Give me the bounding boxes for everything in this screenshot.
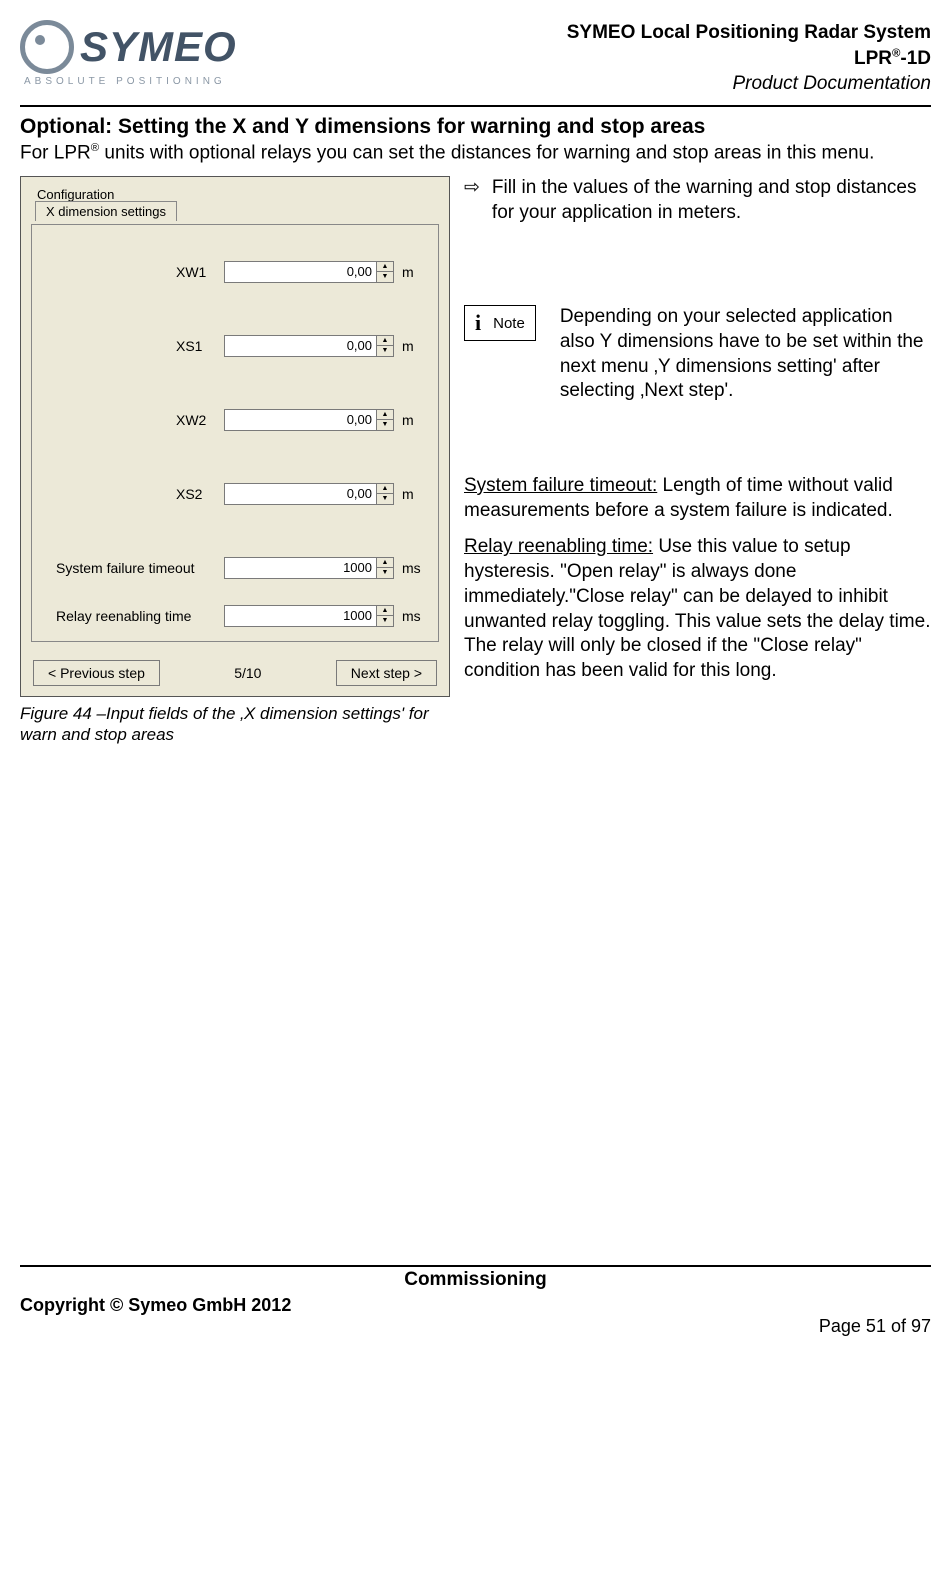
section-intro: For LPR® units with optional relays you … bbox=[20, 141, 931, 166]
note-label: Note bbox=[493, 315, 525, 332]
input-xw1[interactable]: ▲▼ bbox=[224, 261, 394, 283]
note-box: i Note bbox=[464, 305, 536, 341]
input-sft[interactable]: ▲▼ bbox=[224, 557, 394, 579]
note-body: Depending on your selected application a… bbox=[560, 305, 931, 404]
previous-step-button[interactable]: < Previous step bbox=[33, 660, 160, 686]
arrow-icon: ⇨ bbox=[464, 176, 480, 225]
input-rrt[interactable]: ▲▼ bbox=[224, 605, 394, 627]
spin-up-icon[interactable]: ▲ bbox=[377, 336, 393, 346]
unit-xw2: m bbox=[402, 412, 426, 428]
doc-title-line1: SYMEO Local Positioning Radar System bbox=[567, 20, 931, 46]
next-step-button[interactable]: Next step > bbox=[336, 660, 437, 686]
input-xw2[interactable]: ▲▼ bbox=[224, 409, 394, 431]
doc-title-line2: LPR®-1D bbox=[567, 46, 931, 72]
footer-copyright: Copyright © Symeo GmbH 2012 bbox=[20, 1295, 291, 1316]
figure-caption: Figure 44 –Input fields of the ‚X dimens… bbox=[20, 703, 450, 746]
doc-title-line3: Product Documentation bbox=[567, 71, 931, 97]
label-xw1: XW1 bbox=[176, 264, 216, 280]
input-xs2[interactable]: ▲▼ bbox=[224, 483, 394, 505]
label-sft: System failure timeout bbox=[56, 560, 216, 576]
logo-subtitle: ABSOLUTE POSITIONING bbox=[24, 76, 226, 87]
spin-down-icon[interactable]: ▼ bbox=[377, 420, 393, 430]
spin-down-icon[interactable]: ▼ bbox=[377, 616, 393, 626]
label-xw2: XW2 bbox=[176, 412, 216, 428]
para-system-failure-timeout: System failure timeout: Length of time w… bbox=[464, 474, 931, 523]
logo-icon bbox=[20, 20, 74, 74]
spin-down-icon[interactable]: ▼ bbox=[377, 568, 393, 578]
tab-x-dimension[interactable]: X dimension settings bbox=[35, 201, 177, 221]
step-indicator: 5/10 bbox=[234, 665, 261, 681]
unit-xs2: m bbox=[402, 486, 426, 502]
footer-rule bbox=[20, 1265, 931, 1267]
spin-down-icon[interactable]: ▼ bbox=[377, 494, 393, 504]
info-icon: i bbox=[475, 310, 481, 336]
spin-down-icon[interactable]: ▼ bbox=[377, 346, 393, 356]
spin-up-icon[interactable]: ▲ bbox=[377, 262, 393, 272]
spin-up-icon[interactable]: ▲ bbox=[377, 606, 393, 616]
unit-xw1: m bbox=[402, 264, 426, 280]
spin-up-icon[interactable]: ▲ bbox=[377, 410, 393, 420]
footer-page: Page 51 of 97 bbox=[20, 1316, 931, 1337]
unit-sft: ms bbox=[402, 560, 426, 576]
footer-section: Commissioning bbox=[20, 1269, 931, 1291]
label-rrt: Relay reenabling time bbox=[56, 608, 216, 624]
unit-xs1: m bbox=[402, 338, 426, 354]
spin-down-icon[interactable]: ▼ bbox=[377, 272, 393, 282]
config-dialog: Configuration X dimension settings XW1 ▲… bbox=[20, 176, 450, 697]
instruction-fill-values: Fill in the values of the warning and st… bbox=[492, 176, 931, 225]
unit-rrt: ms bbox=[402, 608, 426, 624]
logo-text: SYMEO bbox=[80, 23, 237, 71]
section-heading: Optional: Setting the X and Y dimensions… bbox=[20, 115, 931, 139]
label-xs1: XS1 bbox=[176, 338, 216, 354]
header-rule bbox=[20, 105, 931, 107]
logo: SYMEO ABSOLUTE POSITIONING bbox=[20, 20, 237, 87]
input-xs1[interactable]: ▲▼ bbox=[224, 335, 394, 357]
label-xs2: XS2 bbox=[176, 486, 216, 502]
spin-up-icon[interactable]: ▲ bbox=[377, 484, 393, 494]
para-relay-reenabling-time: Relay reenabling time: Use this value to… bbox=[464, 535, 931, 683]
spin-up-icon[interactable]: ▲ bbox=[377, 558, 393, 568]
